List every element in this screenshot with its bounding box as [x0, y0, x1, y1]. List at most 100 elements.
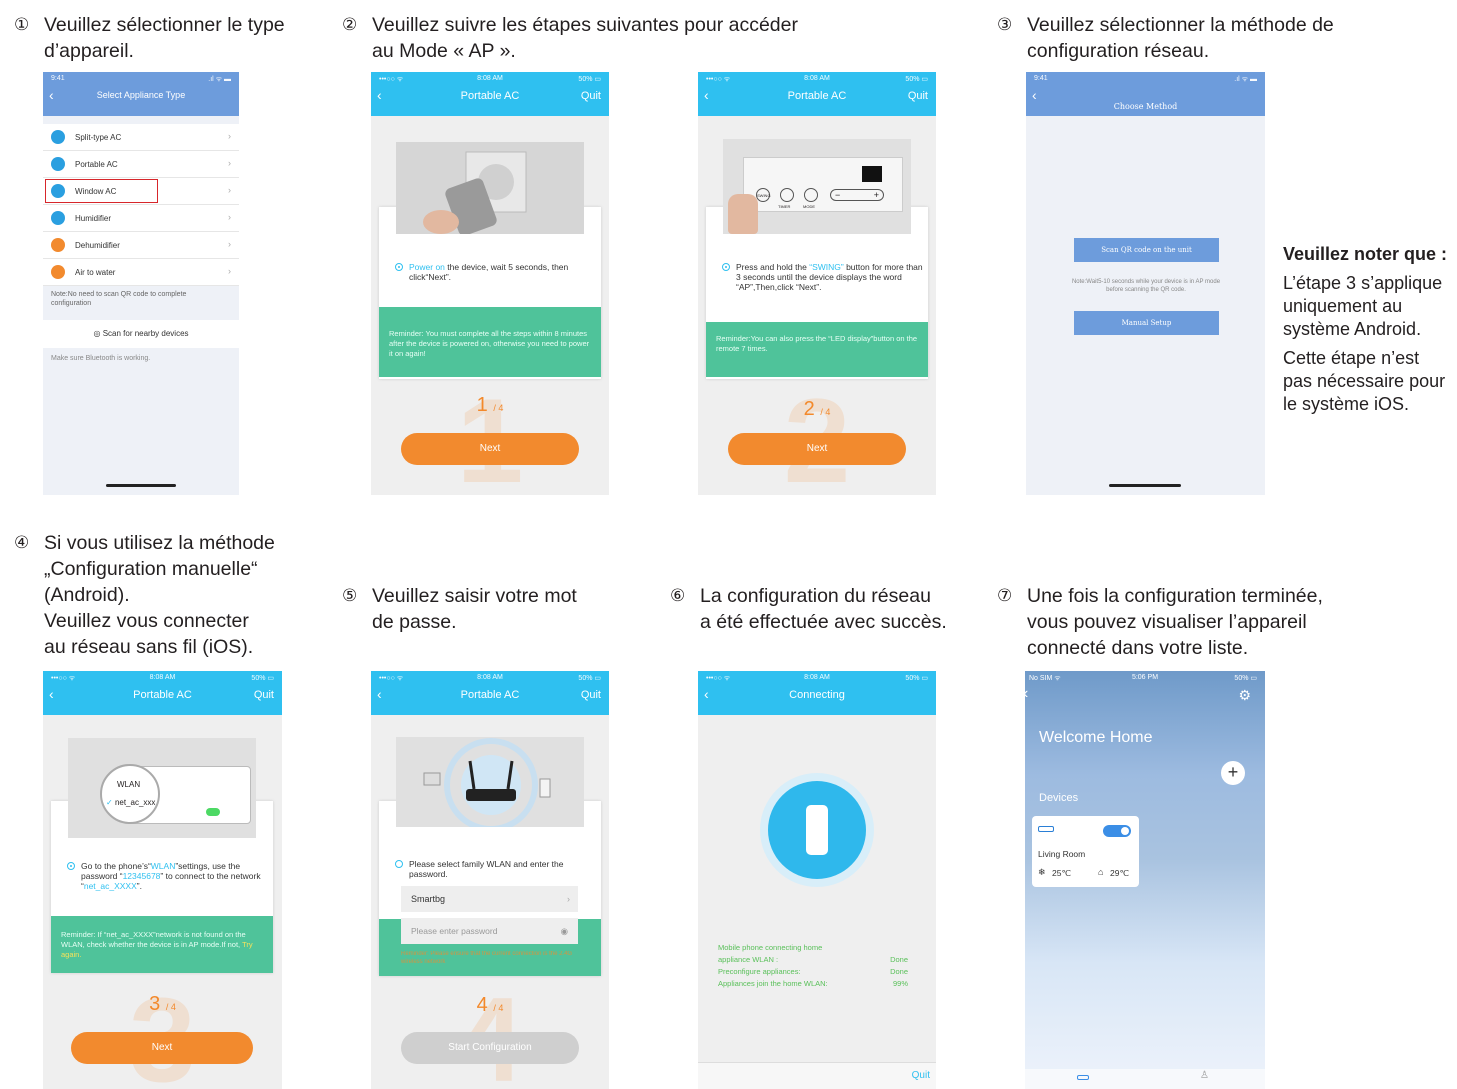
caption-line: d’appareil. [44, 40, 134, 62]
password-input[interactable]: Please enter password ◉ [401, 918, 578, 944]
step-indicator: 4 / 4 [476, 994, 504, 1016]
caption-line: (Android). [44, 584, 130, 606]
plus-icon: + [873, 190, 879, 200]
bullet-icon [395, 860, 403, 868]
snowflake-icon: ❄ [1038, 867, 1046, 877]
back-button[interactable]: ‹ [1025, 685, 1028, 703]
android-note: Veuillez noter que : L’étape 3 s’appliqu… [1283, 243, 1453, 422]
screen-title: Portable AC [460, 689, 520, 701]
device-card[interactable]: Living Room ❄ 25℃ ⌂ 29℃ [1032, 816, 1139, 887]
reminder-box: Reminder: You must complete all the step… [379, 307, 601, 377]
profile-tab-icon[interactable]: ♙ [1200, 1070, 1209, 1081]
nav-bar: 9:41 .ıl ᯤ ▬ ‹ Choose Method [1026, 72, 1265, 116]
control-panel: SWING TIMER MODE − + [743, 157, 903, 212]
caption-line: Une fois la configuration terminée, [1027, 585, 1323, 607]
next-button[interactable]: Next [71, 1032, 253, 1064]
add-device-button[interactable]: + [1221, 761, 1245, 785]
status-carrier: No SIM ᯤ [1029, 675, 1061, 682]
start-configuration-button[interactable]: Start Configuration [401, 1032, 579, 1064]
wlan-illustration: WLAN ✓ net_ac_xxx [68, 738, 256, 838]
bluetooth-hint: Make sure Bluetooth is working. [51, 355, 151, 362]
screen-choose-method: 9:41 .ıl ᯤ ▬ ‹ Choose Method Scan QR cod… [1026, 72, 1265, 495]
next-button[interactable]: Next [401, 433, 579, 465]
screen-title: Portable AC [133, 689, 192, 701]
chevron-right-icon: › [567, 894, 570, 904]
caption-step-1: ① Veuillez sélectionner le type d’appare… [14, 12, 285, 64]
screen-swing: •••○○ ᯤ 8:08 AM 50% ▭ ‹ Portable AC Quit… [698, 72, 936, 495]
manual-setup-button[interactable]: Manual Setup [1074, 311, 1219, 335]
power-toggle[interactable] [1103, 825, 1131, 837]
toggle-icon [206, 808, 220, 816]
house-icon: ⌂ [1098, 867, 1104, 877]
split-ac-icon [51, 130, 65, 144]
status-carrier: •••○○ ᯤ [379, 76, 404, 83]
status-time: 8:08 AM [149, 674, 176, 681]
list-item[interactable]: Air to water › [43, 259, 239, 286]
step-number: ⑥ [670, 586, 686, 605]
nav-bar: •••○○ ᯤ 8:08 AM 50% ▭ ‹ Portable AC Quit [698, 72, 936, 116]
quit-button[interactable]: Quit [912, 1070, 930, 1081]
led-display [862, 166, 882, 182]
caption-line: au Mode « AP ». [372, 40, 516, 62]
caption-line: Veuillez vous connecter [44, 610, 249, 632]
status-icons: .ıl ᯤ ▬ [208, 76, 231, 83]
screen-power-on: •••○○ ᯤ 8:08 AM 50% ▭ ‹ Portable AC Quit… [371, 72, 609, 495]
back-button[interactable]: ‹ [1032, 88, 1037, 102]
caption-line: connecté dans votre liste. [1027, 637, 1249, 659]
chevron-right-icon: › [228, 266, 231, 276]
list-item[interactable]: Window AC › [43, 178, 239, 205]
screen-select-appliance: 9:41 .ıl ᯤ ▬ ‹ Select Appliance Type Spl… [43, 72, 239, 495]
plug-illustration [396, 142, 584, 236]
caption-line: „Configuration manuelle“ [44, 558, 258, 580]
dehumidifier-icon [51, 238, 65, 252]
chevron-right-icon: › [228, 185, 231, 195]
status-time: 9:41 [51, 75, 65, 82]
next-button[interactable]: Next [728, 433, 906, 465]
caption-line: Veuillez suivre les étapes suivantes pou… [372, 14, 798, 36]
nav-bar: •••○○ ᯤ 8:08 AM 50% ▭ ‹ Portable AC Quit [371, 671, 609, 715]
timer-button [780, 188, 794, 202]
step-number: ⑤ [342, 586, 358, 605]
background-step-digit: 3 [129, 973, 196, 1089]
caption-step-2: ② Veuillez suivre les étapes suivantes p… [342, 12, 798, 64]
scan-qr-button[interactable]: Scan QR code on the unit [1074, 238, 1219, 262]
bullet-icon [67, 862, 75, 870]
qr-note: Note:No need to scan QR code to complete… [51, 291, 187, 307]
magnifier: WLAN ✓ net_ac_xxx [100, 764, 160, 824]
ssid-select[interactable]: Smartbg › [401, 886, 578, 912]
quit-button[interactable]: Quit [581, 90, 601, 102]
status-battery: 50% ▭ [905, 675, 928, 682]
home-indicator [1109, 484, 1181, 487]
eye-icon[interactable]: ◉ [561, 918, 568, 944]
devices-tab-icon[interactable] [1077, 1075, 1089, 1080]
quit-button[interactable]: Quit [254, 689, 274, 701]
quit-button[interactable]: Quit [908, 90, 928, 102]
gear-icon[interactable]: ⚙ [1238, 687, 1251, 704]
status-carrier: •••○○ ᯤ [706, 76, 731, 83]
bullet-icon [722, 263, 730, 271]
list-item[interactable]: Humidifier › [43, 205, 239, 232]
devices-label: Devices [1039, 792, 1079, 804]
screen-title: Choose Method [1113, 102, 1178, 111]
status-battery: 50% ▭ [578, 675, 601, 682]
progress-list: Mobile phone connecting home appliance W… [718, 942, 908, 990]
screen-title: Portable AC [460, 90, 520, 102]
status-battery: 50% ▭ [905, 76, 928, 83]
note-paragraph: L’étape 3 s’applique uniquement au systè… [1283, 273, 1443, 339]
home-indicator [106, 484, 176, 487]
device-room: Living Room [1038, 849, 1086, 859]
wait-note: Note:Wait5-10 seconds while your device … [1071, 279, 1221, 293]
list-item[interactable]: Dehumidifier › [43, 232, 239, 259]
reminder-box: Reminder: If “net_ac_XXXX”network is not… [51, 916, 273, 973]
list-item[interactable]: Portable AC › [43, 151, 239, 178]
progress-row: Mobile phone connecting home appliance W… [718, 943, 908, 964]
caption-line: a été effectuée avec succès. [700, 611, 947, 633]
minus-plus-button: − + [830, 189, 884, 201]
scan-nearby-button[interactable]: ◎ Scan for nearby devices [43, 320, 239, 348]
humidifier-icon [51, 211, 65, 225]
status-time: 9:41 [1034, 75, 1048, 82]
quit-button[interactable]: Quit [581, 689, 601, 701]
set-temperature: 25℃ [1052, 868, 1072, 878]
step-number: ⑦ [997, 586, 1013, 605]
list-item[interactable]: Split-type AC › [43, 124, 239, 151]
